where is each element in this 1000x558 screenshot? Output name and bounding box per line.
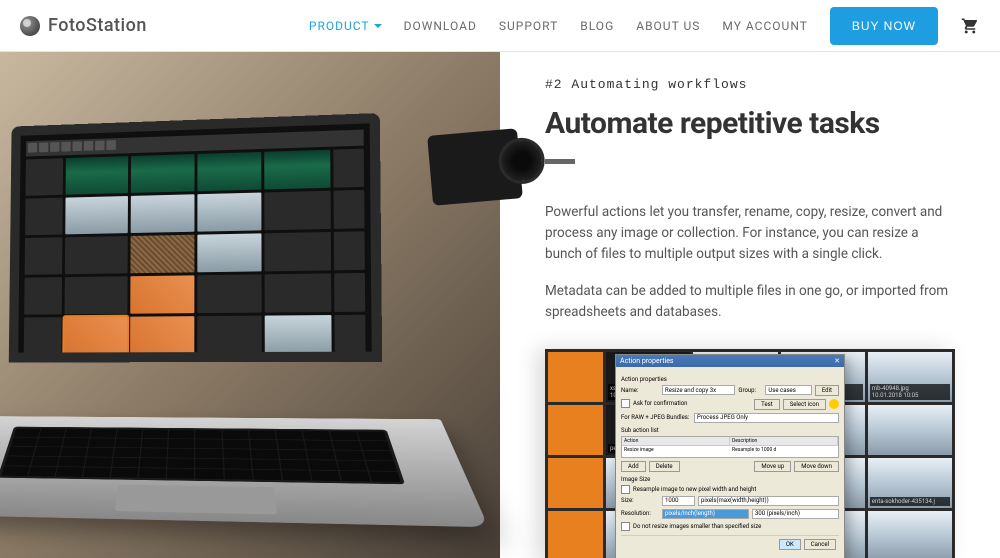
content-column: #2 Automating workflows Automate repetit… (500, 52, 1000, 558)
hero-image (0, 52, 500, 558)
logo[interactable]: FotoStation (20, 15, 147, 36)
raw-select[interactable]: Process JPEG Only (694, 413, 839, 423)
nav-support[interactable]: SUPPORT (499, 19, 558, 33)
ask-confirmation-checkbox[interactable]: Ask for confirmation (621, 399, 688, 408)
dialog-titlebar[interactable]: Action properties ✕ (616, 355, 844, 367)
title-divider (545, 159, 575, 164)
logo-icon (20, 16, 40, 36)
sub-action-table[interactable]: ActionDescription Resize imageResample t… (621, 436, 839, 458)
dialog-title-text: Action properties (620, 357, 674, 365)
paragraph-1: Powerful actions let you transfer, renam… (545, 202, 955, 265)
test-button[interactable]: Test (754, 399, 780, 410)
nav-download[interactable]: DOWNLOAD (404, 19, 477, 33)
close-icon[interactable]: ✕ (834, 357, 840, 365)
movedown-button[interactable]: Move down (794, 461, 839, 472)
page-title: Automate repetitive tasks (545, 106, 955, 141)
nav-account[interactable]: MY ACCOUNT (722, 19, 807, 33)
cancel-button[interactable]: Cancel (804, 539, 836, 550)
resample-checkbox[interactable]: Resample image to new pixel width and he… (621, 485, 839, 494)
res-label: Resolution: (621, 510, 659, 517)
res-value-input[interactable]: 300 (pixels/inch) (752, 509, 839, 519)
raw-label: For RAW + JPEG Bundles: (621, 414, 691, 421)
image-size-label: Image Size (621, 476, 839, 483)
size-label: Size: (621, 497, 659, 504)
select-icon-button[interactable]: Select icon (783, 399, 826, 410)
main-content: #2 Automating workflows Automate repetit… (0, 52, 1000, 558)
size-input[interactable]: 1000 (662, 496, 695, 506)
ok-button[interactable]: OK (779, 539, 801, 550)
add-button[interactable]: Add (621, 461, 646, 472)
logo-text: FotoStation (48, 15, 147, 36)
section-eyebrow: #2 Automating workflows (545, 77, 955, 92)
delete-button[interactable]: Delete (649, 461, 680, 472)
section-label: Action properties (621, 376, 839, 383)
action-icon (829, 399, 839, 409)
edit-button[interactable]: Edit (815, 385, 839, 396)
buy-now-button[interactable]: BUY NOW (830, 7, 938, 45)
name-label: Name: (621, 387, 659, 394)
screenshot-dialog: xshore-fortoduem-3010.01.2018 10:11 -mor… (545, 349, 955, 558)
cart-icon[interactable] (960, 17, 980, 35)
paragraph-2: Metadata can be added to multiple files … (545, 281, 955, 323)
no-resize-smaller-checkbox[interactable]: Do not resize images smaller than specif… (621, 522, 839, 531)
size-unit-select[interactable]: pixels(max(width,height)) (698, 496, 839, 506)
laptop-mockup (0, 109, 484, 461)
main-nav: PRODUCT DOWNLOAD SUPPORT BLOG ABOUT US M… (309, 7, 980, 45)
site-header: FotoStation PRODUCT DOWNLOAD SUPPORT BLO… (0, 0, 1000, 52)
group-select[interactable]: Use cases (765, 385, 811, 395)
res-select[interactable]: pixels/inch(length) (662, 509, 749, 519)
action-properties-dialog: Action properties ✕ Action properties Na… (615, 354, 845, 558)
chevron-down-icon (374, 24, 382, 28)
sub-action-label: Sub action list (621, 427, 839, 434)
nav-blog[interactable]: BLOG (580, 19, 614, 33)
moveup-button[interactable]: Move up (754, 461, 791, 472)
name-input[interactable]: Resize and copy 3x (662, 385, 735, 395)
group-label: Group: (738, 387, 762, 394)
nav-product[interactable]: PRODUCT (309, 19, 382, 33)
nav-about[interactable]: ABOUT US (636, 19, 700, 33)
